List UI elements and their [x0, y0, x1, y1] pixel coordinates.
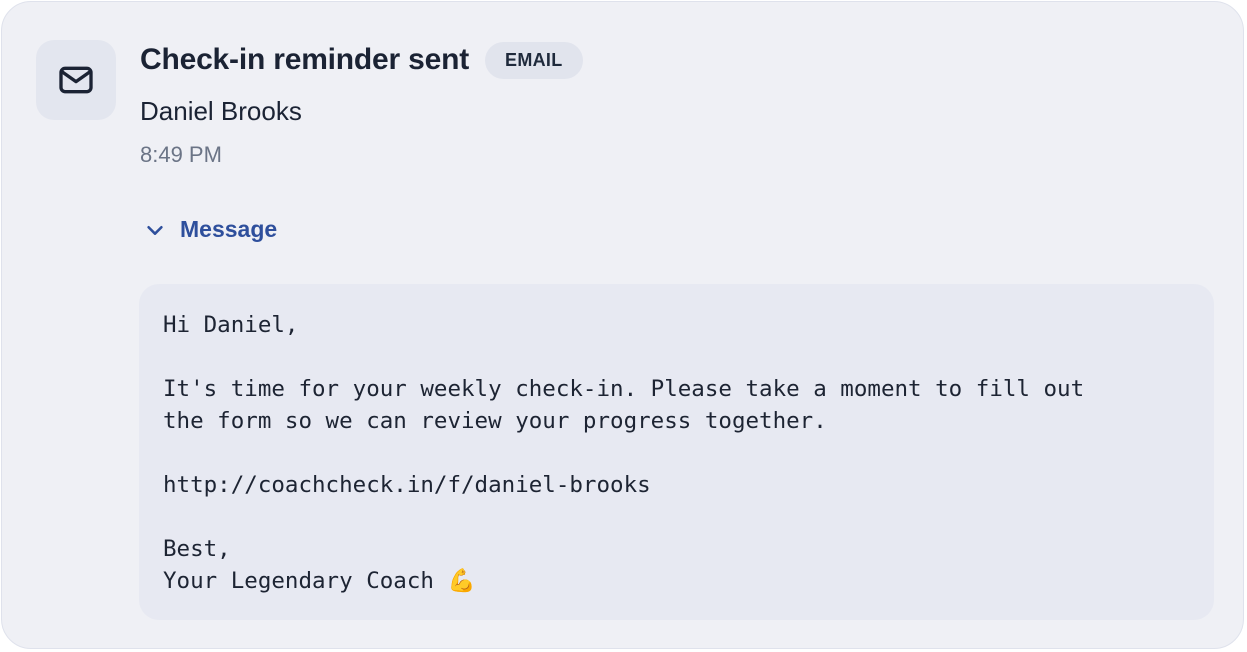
message-body-panel: Hi Daniel, It's time for your weekly che… — [139, 284, 1214, 620]
activity-card: Check-in reminder sent EMAIL Daniel Broo… — [1, 1, 1244, 649]
message-toggle-label: Message — [180, 216, 278, 242]
title-row: Check-in reminder sent EMAIL — [140, 40, 583, 80]
email-icon-tile — [36, 40, 116, 120]
chevron-down-icon — [147, 225, 163, 235]
message-toggle[interactable]: Message — [144, 216, 277, 243]
recipient-name: Daniel Brooks — [140, 96, 302, 126]
message-body: Hi Daniel, It's time for your weekly che… — [163, 312, 1085, 594]
event-timestamp: 8:49 PM — [140, 142, 222, 167]
event-title: Check-in reminder sent — [140, 43, 470, 76]
channel-badge: EMAIL — [485, 41, 583, 79]
mail-icon — [59, 66, 93, 94]
